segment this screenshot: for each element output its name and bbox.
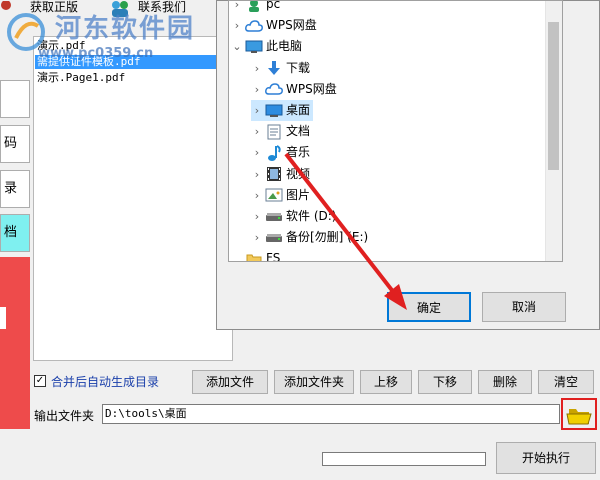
document-icon [265,124,283,140]
annotation-arrow [284,152,407,310]
tree-item-label: 此电脑 [266,39,303,54]
delete-button[interactable]: 删除 [478,370,532,394]
left-tab-2[interactable]: 码 [0,125,30,163]
tree-item-label: pc [266,0,281,11]
left-red-banner-mark [0,307,6,329]
chevron-right-icon[interactable]: › [251,227,263,248]
tree-item[interactable]: › 下载 [251,58,313,79]
tree-item[interactable]: › pc [231,0,283,15]
output-folder-input[interactable]: D:\tools\桌面 [102,404,560,424]
chevron-down-icon[interactable]: ⌄ [231,36,243,57]
chevron-right-icon[interactable]: › [251,79,263,100]
left-tab-3[interactable]: 录 [0,170,30,208]
move-up-button[interactable]: 上移 [360,370,412,394]
clear-button[interactable]: 清空 [538,370,594,394]
watermark-url: www.pc0359.cn [38,46,154,61]
list-item[interactable]: 演示.Page1.pdf [37,71,129,85]
auto-toc-checkbox[interactable]: ✓ [34,375,46,387]
tree-item-label: WPS网盘 [266,18,317,33]
chevron-right-icon[interactable]: › [251,185,263,206]
progress-bar [322,452,486,466]
auto-toc-label[interactable]: 合并后自动生成目录 [51,373,159,390]
watermark-title: 河东软件园 [55,14,196,44]
tree-item-label: 桌面 [286,103,311,117]
tree-item-label: 文档 [286,124,311,139]
tree-item[interactable]: › WPS网盘 [251,79,340,100]
tree-item[interactable]: › 桌面 [251,100,314,121]
folder-icon [245,251,263,261]
app-logo-icon [0,0,12,10]
chevron-right-icon[interactable]: › [251,58,263,79]
tree-item[interactable]: ⌄ 此电脑 [231,36,305,57]
left-red-banner [0,257,30,429]
tree-item[interactable]: › 文档 [251,121,313,142]
chevron-right-icon[interactable]: › [251,142,263,163]
checkmark-icon: ✓ [35,375,45,386]
start-execute-button[interactable]: 开始执行 [496,442,596,474]
chevron-right-icon[interactable]: › [231,1,243,15]
left-tab-4-active[interactable]: 档 [0,214,30,252]
cancel-button[interactable]: 取消 [482,292,566,322]
pc-user-icon [245,1,263,13]
desktop-icon [265,103,283,119]
cloud-icon [245,18,263,34]
browse-folder-button[interactable] [561,398,597,430]
tree-item-label: WPS网盘 [286,81,337,96]
add-folder-button[interactable]: 添加文件夹 [274,370,354,394]
tree-item[interactable]: › WPS网盘 [231,15,320,36]
download-arrow-icon [265,60,283,76]
cloud-icon [265,81,283,97]
chevron-right-icon[interactable]: › [251,100,263,121]
chevron-right-icon[interactable]: › [251,206,263,227]
open-folder-icon [566,409,592,425]
add-file-button[interactable]: 添加文件 [192,370,268,394]
chevron-right-icon[interactable]: › [231,15,243,36]
left-tab-1[interactable] [0,80,30,118]
file-list[interactable]: 演示.pdf 需提供证件模板.pdf 演示.Page1.pdf [33,36,233,361]
chevron-right-icon[interactable]: › [251,121,263,142]
chevron-right-icon[interactable]: › [251,164,263,185]
tree-scrollbar-thumb[interactable] [548,22,559,170]
computer-icon [245,39,263,55]
output-folder-label: 输出文件夹 [34,409,95,423]
tree-item[interactable]: FS [231,248,283,261]
tree-item-label: 下载 [286,60,311,75]
move-down-button[interactable]: 下移 [418,370,472,394]
